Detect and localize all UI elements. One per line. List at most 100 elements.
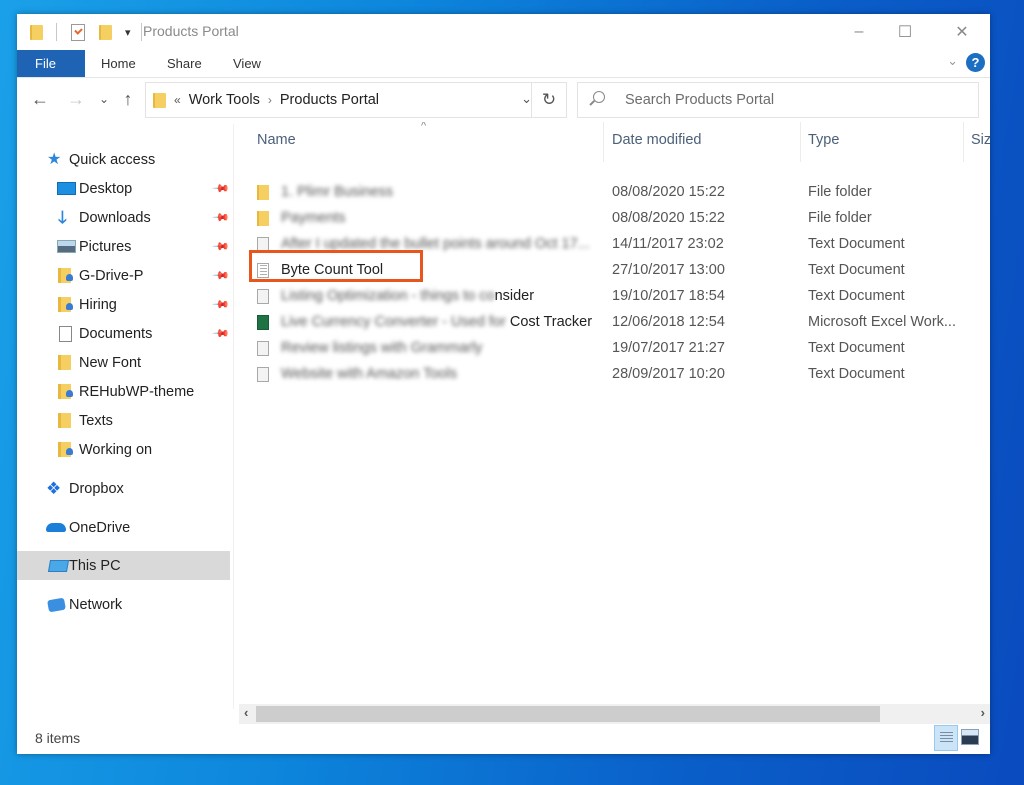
up-button[interactable]: ↑ [118,86,138,112]
file-type: Text Document [808,288,905,304]
file-name: Review listings with Grammarly [281,340,483,356]
search-input[interactable]: Search Products Portal [625,92,774,108]
shared-folder-icon [58,297,73,312]
sidebar-item-this-pc[interactable]: This PC [17,551,230,580]
pane-divider[interactable] [233,124,234,709]
help-icon[interactable]: ? [966,53,985,72]
maximize-icon: ☐ [897,24,913,41]
breadcrumb-overflow[interactable]: « [174,93,181,107]
tab-file[interactable]: File [17,50,85,77]
folder-icon [58,413,71,428]
sidebar-item-network[interactable]: Network [17,590,230,619]
tab-home[interactable]: Home [85,50,152,77]
file-type: Text Document [808,262,905,278]
text-file-icon [257,341,269,356]
pin-icon[interactable]: 📌 [211,266,230,285]
address-bar[interactable]: « Work Tools › Products Portal ⌄ ↻ [145,82,567,118]
pin-icon[interactable]: 📌 [211,208,230,227]
search-icon [593,91,605,103]
sort-ascending-icon: ^ [421,122,427,132]
file-date: 19/07/2017 21:27 [612,340,725,356]
scrollbar-thumb[interactable] [256,706,880,722]
sidebar-item-working-on[interactable]: Working on [17,435,230,464]
ribbon-tabs: File Home Share View ⌄ ? [17,50,990,78]
horizontal-scrollbar[interactable]: ‹ › [239,704,990,724]
download-icon: 🡓 [58,208,67,227]
forward-button[interactable]: → [65,86,87,112]
minimize-button[interactable]: – [836,14,882,50]
navigation-bar: ← → ⌄ ↑ « Work Tools › Products Portal ⌄… [17,78,990,122]
column-header-size[interactable]: Siz [971,132,990,154]
sidebar-item-new-font[interactable]: New Font [17,348,230,377]
divider [56,23,57,41]
breadcrumb-products-portal[interactable]: Products Portal [280,92,379,108]
new-folder-icon[interactable] [99,24,112,40]
file-date: 19/10/2017 18:54 [612,288,725,304]
sidebar-item-documents[interactable]: Documents 📌 [17,319,230,348]
file-row[interactable]: Live Currency Converter - Used for Cost … [239,310,990,336]
search-box[interactable]: Search Products Portal [577,82,979,118]
pin-icon[interactable]: 📌 [211,295,230,314]
folder-icon [30,24,43,40]
file-type: File folder [808,184,872,200]
sidebar-item-rehubwp-theme[interactable]: REHubWP-theme [17,377,230,406]
file-date: 28/09/2017 10:20 [612,366,725,382]
column-divider[interactable] [603,122,604,162]
text-file-icon [257,289,269,304]
sidebar-item-hiring[interactable]: Hiring 📌 [17,290,230,319]
file-date: 08/08/2020 15:22 [612,210,725,226]
sidebar-item-label: New Font [79,354,142,371]
customize-toolbar-icon[interactable]: ▾ [125,26,131,39]
recent-locations-button[interactable]: ⌄ [97,86,111,112]
blurred-text: Live Currency Converter - Used for [281,314,510,330]
sidebar-item-quick-access[interactable]: ★ Quick access [17,145,230,174]
scroll-left-icon[interactable]: ‹ [244,705,248,720]
file-name: Website with Amazon Tools [281,366,457,382]
pin-icon[interactable]: 📌 [211,237,230,256]
column-header-name[interactable]: Name [257,132,296,154]
tab-view[interactable]: View [217,50,277,77]
file-type: Text Document [808,340,905,356]
file-row[interactable]: Website with Amazon Tools 28/09/2017 10:… [239,362,990,388]
sidebar-item-g-drive-p[interactable]: G-Drive-P 📌 [17,261,230,290]
item-count: 8 items [35,730,81,746]
sidebar-item-label: This PC [69,557,121,574]
folder-icon [153,93,166,108]
sidebar-item-desktop[interactable]: Desktop 📌 [17,174,230,203]
navigation-pane: ★ Quick access Desktop 📌 🡓 Downloads 📌 P… [17,122,230,722]
back-button[interactable]: ← [29,86,51,112]
expand-ribbon-icon[interactable]: ⌄ [947,53,958,69]
pin-icon[interactable]: 📌 [211,324,230,343]
file-row[interactable]: Payments 08/08/2020 15:22 File folder [239,206,990,232]
column-header-type[interactable]: Type [808,132,839,154]
close-button[interactable]: ✕ [939,14,985,50]
large-icons-view-button[interactable] [961,729,979,745]
file-name: Live Currency Converter - Used for Cost … [281,314,592,330]
scroll-right-icon[interactable]: › [981,705,985,720]
sidebar-item-label: Downloads [79,209,151,226]
shared-folder-icon [58,384,73,399]
column-header-date-modified[interactable]: Date modified [612,132,701,154]
folder-icon [257,211,269,226]
pin-icon[interactable]: 📌 [211,179,230,198]
properties-icon[interactable] [71,23,85,41]
details-view-button[interactable] [934,725,958,751]
column-divider[interactable] [800,122,801,162]
shared-folder-icon [58,442,73,457]
maximize-button[interactable]: ☐ [882,14,928,50]
breadcrumb: « Work Tools › Products Portal [174,92,379,108]
sidebar-item-onedrive[interactable]: OneDrive [17,513,230,542]
file-row[interactable]: Review listings with Grammarly 19/07/201… [239,336,990,362]
sidebar-item-pictures[interactable]: Pictures 📌 [17,232,230,261]
file-row[interactable]: 1. Plimr Business 08/08/2020 15:22 File … [239,180,990,206]
sidebar-item-dropbox[interactable]: ❖ Dropbox [17,474,230,503]
refresh-button[interactable]: ↻ [531,83,566,117]
chevron-right-icon[interactable]: › [268,93,272,107]
sidebar-item-texts[interactable]: Texts [17,406,230,435]
column-divider[interactable] [963,122,964,162]
sidebar-item-label: Desktop [79,180,133,197]
breadcrumb-work-tools[interactable]: Work Tools [189,92,260,108]
tab-share[interactable]: Share [151,50,218,77]
file-row[interactable]: Listing Optimization - things to conside… [239,284,990,310]
sidebar-item-downloads[interactable]: 🡓 Downloads 📌 [17,203,230,232]
